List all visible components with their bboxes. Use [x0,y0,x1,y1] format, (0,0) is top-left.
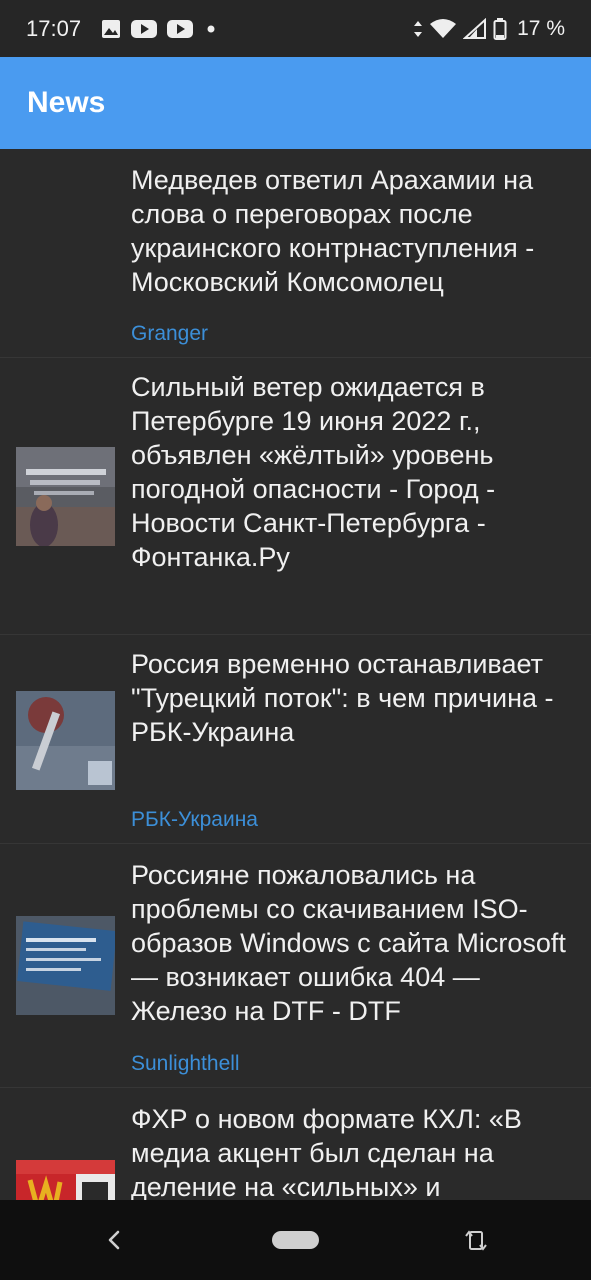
news-title: ФХР о новом формате КХЛ: «В медиа акцент… [131,1104,522,1200]
news-title: Россияне пожаловались на проблемы со ска… [131,860,566,1026]
notification-icons [101,19,219,39]
news-thumbnail [16,916,115,1015]
wifi-icon [430,18,457,38]
page-title: News [27,86,106,119]
status-time: 17:07 [26,15,82,41]
youtube-icon [131,19,158,38]
battery-percent: 17 % [517,16,565,40]
news-thumbnail [16,1160,115,1200]
rotate-icon[interactable] [462,1226,490,1254]
news-source[interactable]: Granger [131,322,208,346]
battery-icon [493,17,507,40]
news-title: Медведев ответил Арахамии на слова о пер… [131,165,535,297]
news-item[interactable]: Медведев ответил Арахамии на слова о пер… [0,149,591,358]
news-title: Сильный ветер ожидается в Петербурге 19 … [131,372,496,572]
dot-icon [207,25,215,32]
app-bar: News [0,57,591,149]
news-item[interactable]: Россияне пожаловались на проблемы со ска… [0,844,591,1088]
news-source[interactable]: Sunlighthell [131,1052,240,1076]
signal-icon [463,17,487,39]
news-list[interactable]: Медведев ответил Арахамии на слова о пер… [0,149,591,1200]
news-item[interactable]: Россия временно останавливает "Турецкий … [0,635,591,844]
status-bar: 17:07 17 % [0,0,591,57]
navigation-bar [0,1200,591,1280]
news-item[interactable]: Сильный ветер ожидается в Петербурге 19 … [0,358,591,635]
news-item[interactable]: ФХР о новом формате КХЛ: «В медиа акцент… [0,1088,591,1200]
image-icon [102,19,121,38]
back-icon[interactable] [100,1226,128,1254]
news-title: Россия временно останавливает "Турецкий … [131,649,554,747]
news-source[interactable]: РБК-Украина [131,808,258,832]
home-pill[interactable] [272,1231,319,1249]
news-thumbnail [16,691,115,790]
system-icons: 17 % [413,17,565,41]
youtube-icon [167,19,194,38]
news-thumbnail [16,447,115,546]
data-arrows-icon [414,20,423,37]
